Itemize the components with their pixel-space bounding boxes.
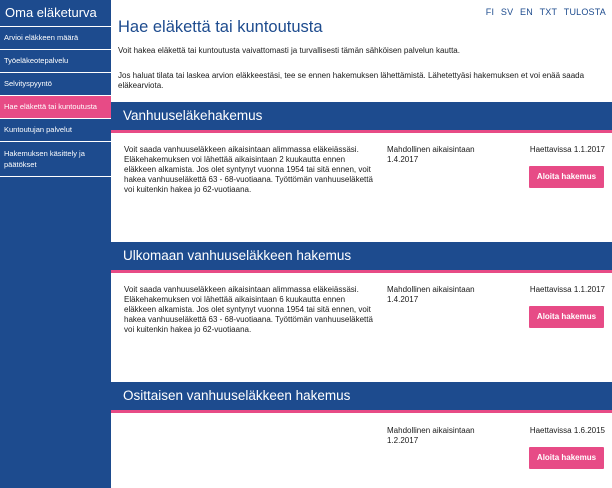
section-header-old-age-pension: Vanhuuseläkehakemus <box>111 102 612 133</box>
lang-sv-link[interactable]: SV <box>501 7 513 17</box>
intro-note: Jos haluat tilata tai laskea arvion eläk… <box>118 71 585 90</box>
start-application-button[interactable]: Aloita hakemus <box>529 306 604 328</box>
section-header-partial-pension: Osittaisen vanhuuseläkkeen hakemus <box>111 382 612 413</box>
page-title: Hae eläkettä tai kuntoutusta <box>118 18 323 36</box>
start-application-button[interactable]: Aloita hakemus <box>529 166 604 188</box>
section-applicable-date: Haettavissa 1.1.2017 <box>529 145 605 154</box>
section-description: Voit saada vanhuuseläkkeen aikaisintaan … <box>124 145 373 194</box>
sidebar-item-decisions[interactable]: Hakemuksen käsittely ja päätökset <box>0 142 111 177</box>
section-earliest-date: Mahdollinen aikaisintaan 1.4.2017 <box>387 285 475 304</box>
section-header-foreign-pension: Ulkomaan vanhuuseläkkeen hakemus <box>111 242 612 273</box>
text-version-link[interactable]: TXT <box>540 7 557 17</box>
sidebar-item-apply[interactable]: Hae eläkettä tai kuntoutusta <box>0 96 111 119</box>
sidebar-item-rehab-services[interactable]: Kuntoutujan palvelut <box>0 119 111 142</box>
section-earliest-date: Mahdollinen aikaisintaan 1.2.2017 <box>387 426 475 445</box>
section-description: Voit saada vanhuuseläkkeen aikaisintaan … <box>124 285 373 334</box>
section-applicable-date: Haettavissa 1.6.2015 <box>529 426 605 435</box>
sidebar-item-pension-record[interactable]: Työeläkeotepalvelu <box>0 50 111 73</box>
intro-text: Voit hakea eläkettä tai kuntoutusta vaiv… <box>118 46 460 55</box>
lang-fi-link[interactable]: FI <box>486 7 494 17</box>
sidebar-title[interactable]: Oma eläketurva <box>0 0 111 27</box>
section-applicable-date: Haettavissa 1.1.2017 <box>529 285 605 294</box>
main-content: FI SV EN TXT TULOSTA Hae eläkettä tai ku… <box>111 0 612 488</box>
sidebar-item-inquiry[interactable]: Selvityspyyntö <box>0 73 111 96</box>
start-application-button[interactable]: Aloita hakemus <box>529 447 604 469</box>
language-nav: FI SV EN TXT TULOSTA <box>482 7 606 17</box>
lang-en-link[interactable]: EN <box>520 7 533 17</box>
print-link[interactable]: TULOSTA <box>564 7 606 17</box>
sidebar: Oma eläketurva Arvioi eläkkeen määrä Työ… <box>0 0 111 488</box>
sidebar-item-pension-estimate[interactable]: Arvioi eläkkeen määrä <box>0 27 111 50</box>
section-earliest-date: Mahdollinen aikaisintaan 1.4.2017 <box>387 145 475 164</box>
